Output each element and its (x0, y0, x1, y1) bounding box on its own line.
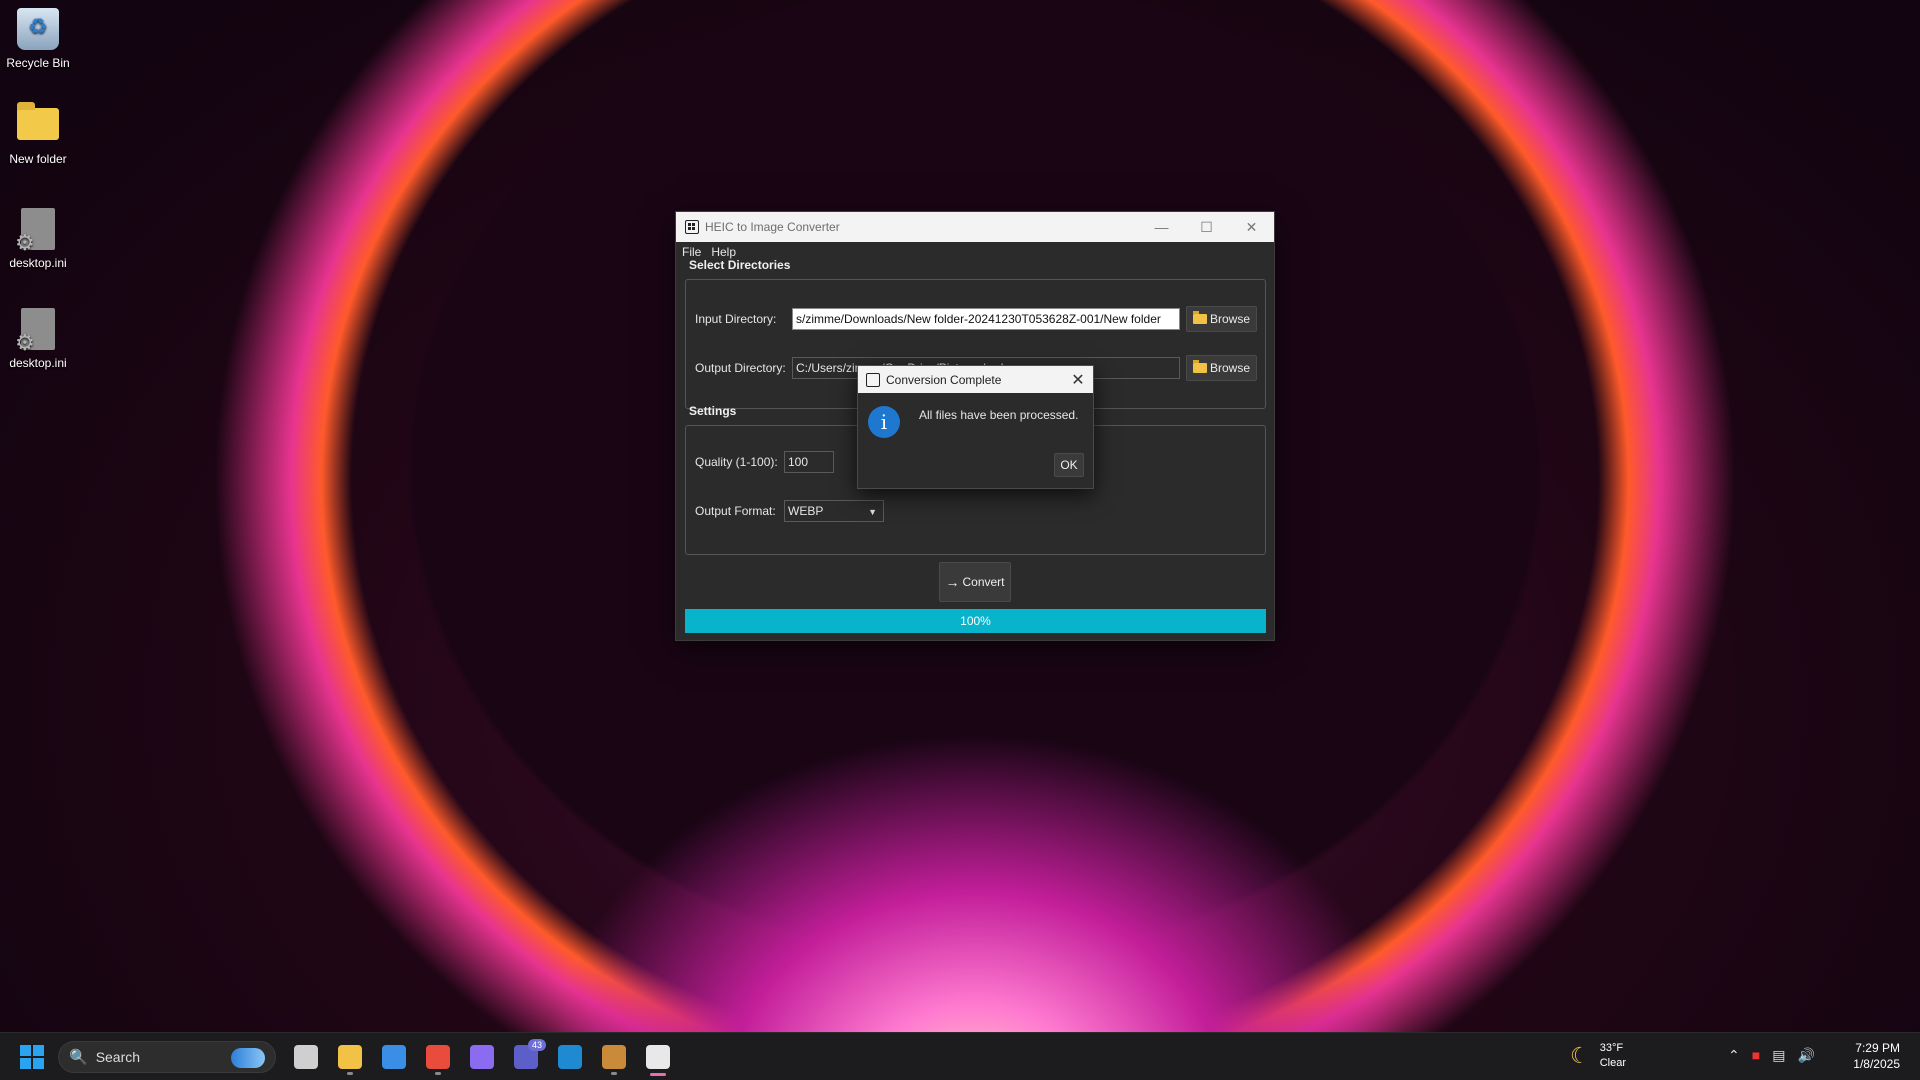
desktop-icon-desktop-ini-2[interactable]: desktop.ini (4, 308, 72, 370)
vscode-icon[interactable] (550, 1037, 590, 1077)
recycle-bin-icon (17, 8, 59, 50)
dialog-title: Conversion Complete (886, 372, 1002, 387)
dialog-close-button[interactable]: ✕ (1063, 370, 1093, 390)
taskbar-apps: 43 (282, 1037, 678, 1077)
network-icon[interactable]: ▤ (1772, 1047, 1785, 1064)
clock-date: 1/8/2025 (1853, 1057, 1900, 1071)
taskbar: 🔍 Search 43 ☾ 33°F Clear ⌃ ■ ▤ 🔊 7:29 PM… (0, 1032, 1920, 1080)
python-app-icon-glyph (602, 1044, 626, 1069)
window-title: HEIC to Image Converter (705, 220, 840, 234)
file-explorer-icon[interactable] (330, 1037, 370, 1077)
app-tray-icon[interactable]: ■ (1752, 1047, 1760, 1064)
system-tray: ⌃ ■ ▤ 🔊 (1728, 1047, 1815, 1064)
heic-converter-icon[interactable] (638, 1037, 678, 1077)
desktop-icon-label: New folder (9, 152, 67, 166)
output-format-select[interactable]: WEBP ▼ (784, 500, 884, 522)
convert-label: Convert (962, 575, 1005, 589)
settings-file-icon (15, 208, 55, 256)
chevron-down-icon: ▼ (868, 507, 877, 517)
group-title: Settings (689, 404, 737, 418)
input-browse-button[interactable]: Browse (1186, 306, 1258, 332)
moon-icon: ☾ (1570, 1043, 1590, 1068)
close-button[interactable]: ✕ (1229, 212, 1274, 242)
info-icon: i (868, 406, 900, 438)
start-button[interactable] (20, 1044, 44, 1069)
microsoft-store-icon-glyph (382, 1044, 406, 1069)
app-icon (866, 372, 880, 387)
maximize-button[interactable]: ☐ (1184, 212, 1229, 242)
arrow-right-icon: → (945, 574, 960, 590)
notification-badge: 43 (527, 1038, 546, 1051)
taskbar-clock[interactable]: 7:29 PM 1/8/2025 (1848, 1040, 1900, 1072)
chevron-up-icon[interactable]: ⌃ (1728, 1047, 1740, 1064)
vscode-icon-glyph (558, 1044, 582, 1069)
input-directory-field[interactable]: s/zimme/Downloads/New folder-20241230T05… (792, 308, 1180, 330)
volume-icon[interactable]: 🔊 (1797, 1047, 1814, 1064)
folder-icon (1193, 360, 1207, 373)
conversion-complete-dialog: Conversion Complete ✕ i All files have b… (857, 365, 1094, 489)
chrome-icon-glyph (426, 1044, 450, 1069)
teams-icon[interactable]: 43 (506, 1037, 546, 1077)
clock-time: 7:29 PM (1855, 1041, 1900, 1055)
quality-label: Quality (1-100): (695, 455, 778, 469)
desktop-icon-label: desktop.ini (9, 256, 67, 270)
input-directory-row: Input Directory: s/zimme/Downloads/New f… (695, 306, 1258, 332)
app-icon (685, 220, 699, 234)
quality-input[interactable]: 100 (784, 451, 834, 473)
output-format-value: WEBP (788, 504, 824, 518)
copilot-icon-glyph (470, 1044, 494, 1069)
output-format-label: Output Format: (695, 504, 776, 518)
progress-label: 100% (960, 614, 991, 628)
settings-file-icon (15, 308, 55, 356)
convert-button[interactable]: → Convert (939, 562, 1011, 602)
search-placeholder: Search (95, 1048, 141, 1065)
input-directory-label: Input Directory: (695, 312, 777, 326)
browse-label: Browse (1210, 312, 1251, 326)
output-format-row: Output Format: WEBP ▼ (695, 500, 884, 522)
copilot-icon[interactable] (462, 1037, 502, 1077)
desktop-icon-label: Recycle Bin (6, 56, 70, 70)
quality-row: Quality (1-100): 100 (695, 451, 834, 473)
output-browse-button[interactable]: Browse (1186, 355, 1258, 381)
chrome-icon[interactable] (418, 1037, 458, 1077)
weather-widget[interactable]: ☾ 33°F Clear (1570, 1041, 1626, 1071)
task-view-icon[interactable] (286, 1037, 326, 1077)
windows-logo-icon (20, 1044, 31, 1056)
python-app-icon[interactable] (594, 1037, 634, 1077)
search-icon: 🔍 (69, 1048, 88, 1066)
desktop-icon-recycle-bin[interactable]: Recycle Bin (4, 8, 72, 70)
desktop-icon-new-folder[interactable]: New folder (4, 102, 72, 166)
weather-temp: 33°F (1599, 1042, 1624, 1054)
taskbar-search[interactable]: 🔍 Search (58, 1040, 276, 1073)
task-view-icon-glyph (294, 1044, 318, 1069)
progress-bar: 100% (685, 609, 1266, 633)
group-title: Select Directories (689, 258, 791, 272)
output-directory-label: Output Directory: (695, 361, 786, 375)
file-explorer-icon-glyph (338, 1044, 362, 1069)
browse-label: Browse (1210, 361, 1251, 375)
desktop-icon-label: desktop.ini (9, 356, 67, 370)
ok-button[interactable]: OK (1054, 453, 1084, 477)
microsoft-store-icon[interactable] (374, 1037, 414, 1077)
heic-converter-icon-glyph (646, 1044, 670, 1069)
search-highlight-icon (231, 1047, 265, 1068)
dialog-titlebar[interactable]: Conversion Complete ✕ (858, 366, 1093, 393)
dialog-message: All files have been processed. (919, 408, 1079, 422)
weather-condition: Clear (1599, 1057, 1627, 1069)
folder-icon (17, 102, 59, 140)
desktop-icon-desktop-ini[interactable]: desktop.ini (4, 208, 72, 270)
menu-file[interactable]: File (680, 245, 703, 259)
window-titlebar[interactable]: HEIC to Image Converter — ☐ ✕ (676, 212, 1274, 242)
folder-icon (1193, 311, 1207, 324)
minimize-button[interactable]: — (1139, 212, 1184, 242)
menu-help[interactable]: Help (709, 245, 738, 259)
